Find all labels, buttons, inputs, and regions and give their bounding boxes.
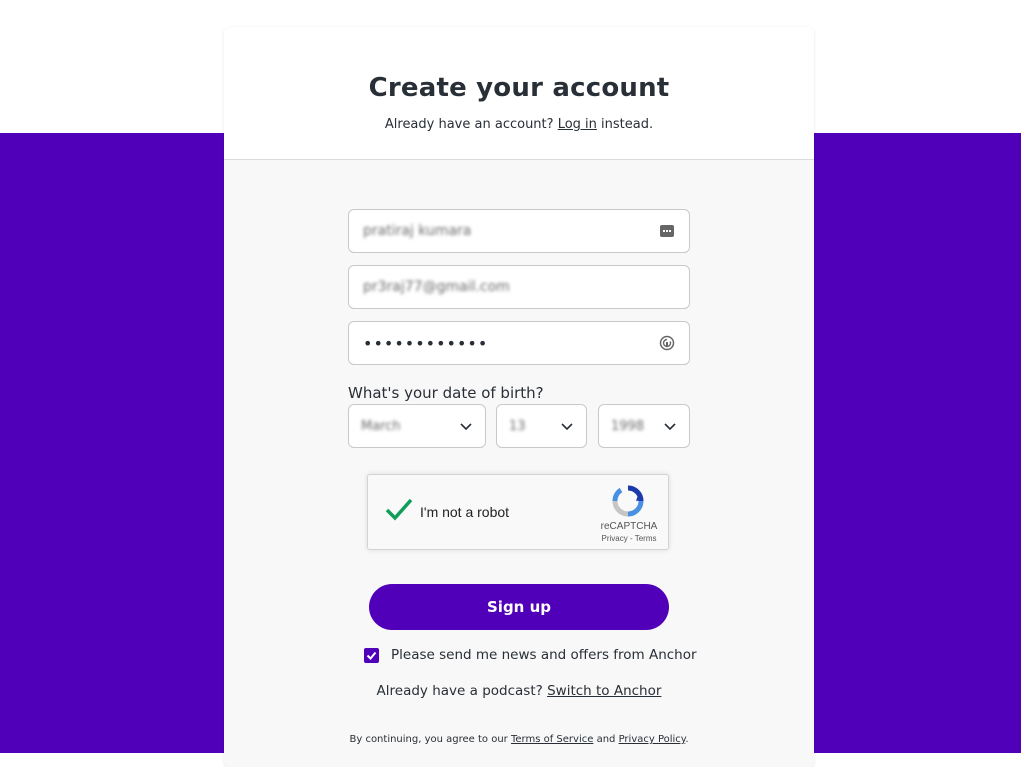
dob-month-select[interactable]: March	[348, 404, 486, 448]
name-field[interactable]: pratiraj kumara	[348, 209, 690, 253]
recaptcha-links: Privacy - Terms	[601, 534, 657, 543]
newsletter-checkbox[interactable]	[364, 647, 379, 663]
podcast-prompt: Already have a podcast? Switch to Anchor	[376, 683, 662, 699]
name-value: pratiraj kumara	[363, 223, 472, 239]
password-value: ••••••••••••	[363, 333, 489, 353]
email-value: pr3raj77@gmail.com	[363, 279, 510, 295]
signup-button[interactable]: Sign up	[369, 584, 669, 630]
newsletter-label: Please send me news and offers from Anch…	[391, 647, 697, 663]
recaptcha-brand: reCAPTCHA	[600, 521, 658, 532]
switch-to-anchor-link[interactable]: Switch to Anchor	[547, 683, 661, 699]
dob-year-value: 1998	[611, 418, 645, 434]
check-icon[interactable]	[384, 495, 414, 525]
privacy-policy-link[interactable]: Privacy Policy	[619, 734, 686, 745]
dob-label: What's your date of birth?	[348, 384, 544, 402]
email-field[interactable]: pr3raj77@gmail.com	[348, 265, 690, 309]
newsletter-opt-in[interactable]: Please send me news and offers from Anch…	[364, 647, 697, 663]
dob-day-select[interactable]: 13	[496, 404, 587, 448]
recaptcha-label: I'm not a robot	[420, 504, 510, 520]
card-header: Create your account Already have an acco…	[224, 27, 814, 160]
password-manager-icon[interactable]	[659, 335, 675, 351]
login-prompt: Already have an account? Log in instead.	[384, 117, 654, 132]
contact-card-icon[interactable]	[659, 223, 675, 239]
check-icon	[366, 651, 377, 660]
login-link[interactable]: Log in	[558, 117, 597, 132]
legal-notice: By continuing, you agree to our Terms of…	[349, 734, 689, 745]
password-field[interactable]: ••••••••••••	[348, 321, 690, 365]
recaptcha-terms-link[interactable]: Terms	[635, 534, 657, 543]
dob-month-value: March	[361, 418, 401, 434]
terms-of-service-link[interactable]: Terms of Service	[511, 734, 593, 745]
dob-day-value: 13	[509, 418, 526, 434]
dob-year-select[interactable]: 1998	[598, 404, 690, 448]
page-title: Create your account	[368, 73, 670, 103]
chevron-down-icon	[460, 423, 472, 431]
recaptcha-privacy-link[interactable]: Privacy	[602, 534, 628, 543]
signup-card: Create your account Already have an acco…	[224, 27, 814, 767]
recaptcha-logo-icon	[612, 485, 644, 517]
chevron-down-icon	[561, 423, 573, 431]
chevron-down-icon	[664, 423, 676, 431]
recaptcha-widget: I'm not a robot reCAPTCHA Privacy - Term…	[367, 474, 669, 550]
